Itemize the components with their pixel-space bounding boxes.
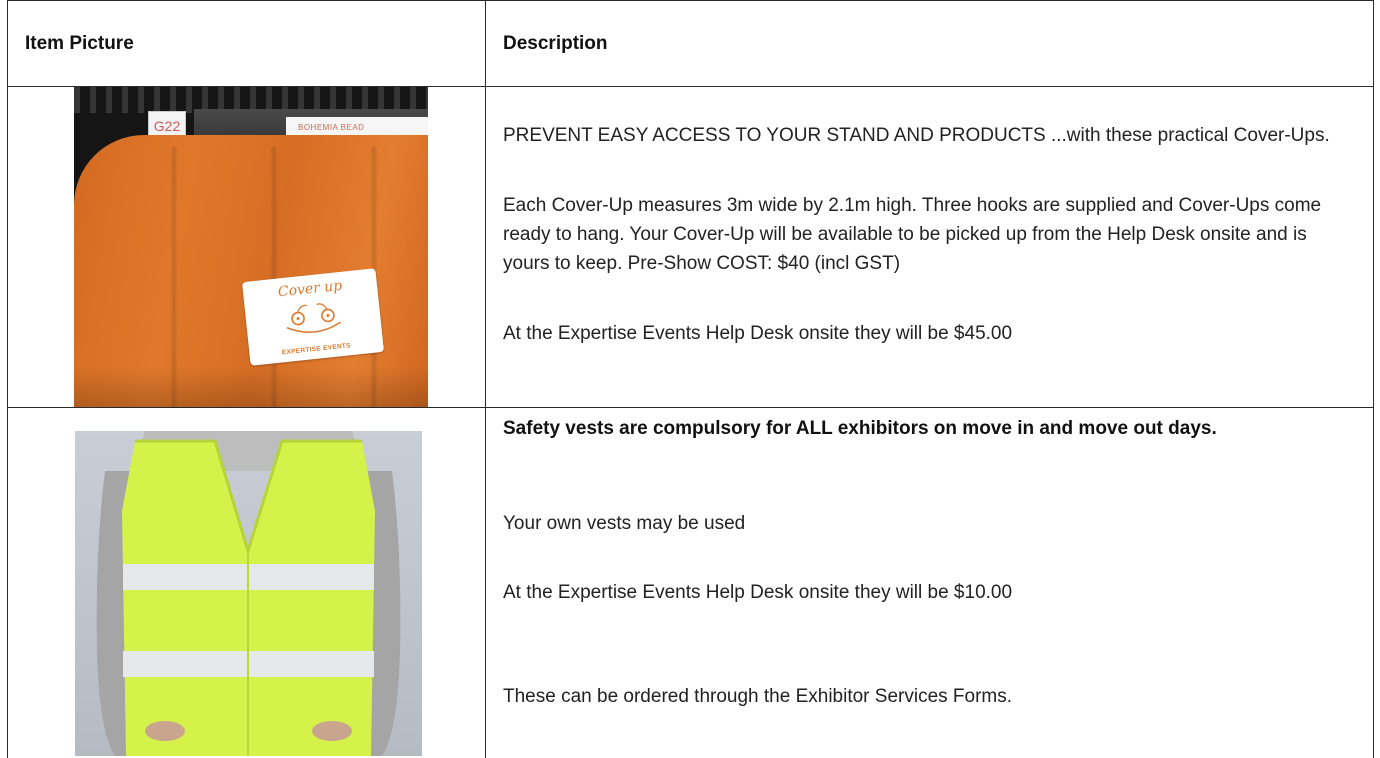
safety-vest-own-note: Your own vests may be used xyxy=(503,513,746,534)
description-cell-safety-vest: Safety vests are compulsory for ALL exhi… xyxy=(485,407,1374,758)
header-description: Description xyxy=(485,0,1374,87)
safety-vest-photo xyxy=(75,431,422,756)
safety-vest-headline: Safety vests are compulsory for ALL exhi… xyxy=(503,418,1217,439)
cover-up-details: Each Cover-Up measures 3m wide by 2.1m h… xyxy=(503,195,1322,274)
items-table: Item Picture Description G22 BOHEMIA BEA… xyxy=(7,0,1374,758)
cover-up-onsite-price: At the Expertise Events Help Desk onsite… xyxy=(503,323,1013,344)
cover-up-logo-icon xyxy=(286,303,342,333)
cover-up-photo: G22 BOHEMIA BEAD Cover up EXPERTISE EVEN… xyxy=(74,87,428,407)
safety-vest-onsite-price: At the Expertise Events Help Desk onsite… xyxy=(503,582,1013,603)
cover-up-headline: PREVENT EASY ACCESS TO YOUR STAND AND PR… xyxy=(503,125,1330,146)
safety-vest-illustration xyxy=(96,431,401,756)
table-row: G22 BOHEMIA BEAD Cover up EXPERTISE EVEN… xyxy=(7,86,1374,408)
picture-cell-cover-up: G22 BOHEMIA BEAD Cover up EXPERTISE EVEN… xyxy=(7,86,486,408)
description-cell-cover-up: PREVENT EASY ACCESS TO YOUR STAND AND PR… xyxy=(485,86,1374,408)
cover-up-card: Cover up EXPERTISE EVENTS xyxy=(241,268,385,366)
safety-vest-order-note: These can be ordered through the Exhibit… xyxy=(503,686,1013,707)
picture-cell-safety-vest xyxy=(7,407,486,758)
table-header-row: Item Picture Description xyxy=(7,0,1374,87)
header-item-picture: Item Picture xyxy=(7,0,486,87)
table-row: Safety vests are compulsory for ALL exhi… xyxy=(7,407,1374,758)
